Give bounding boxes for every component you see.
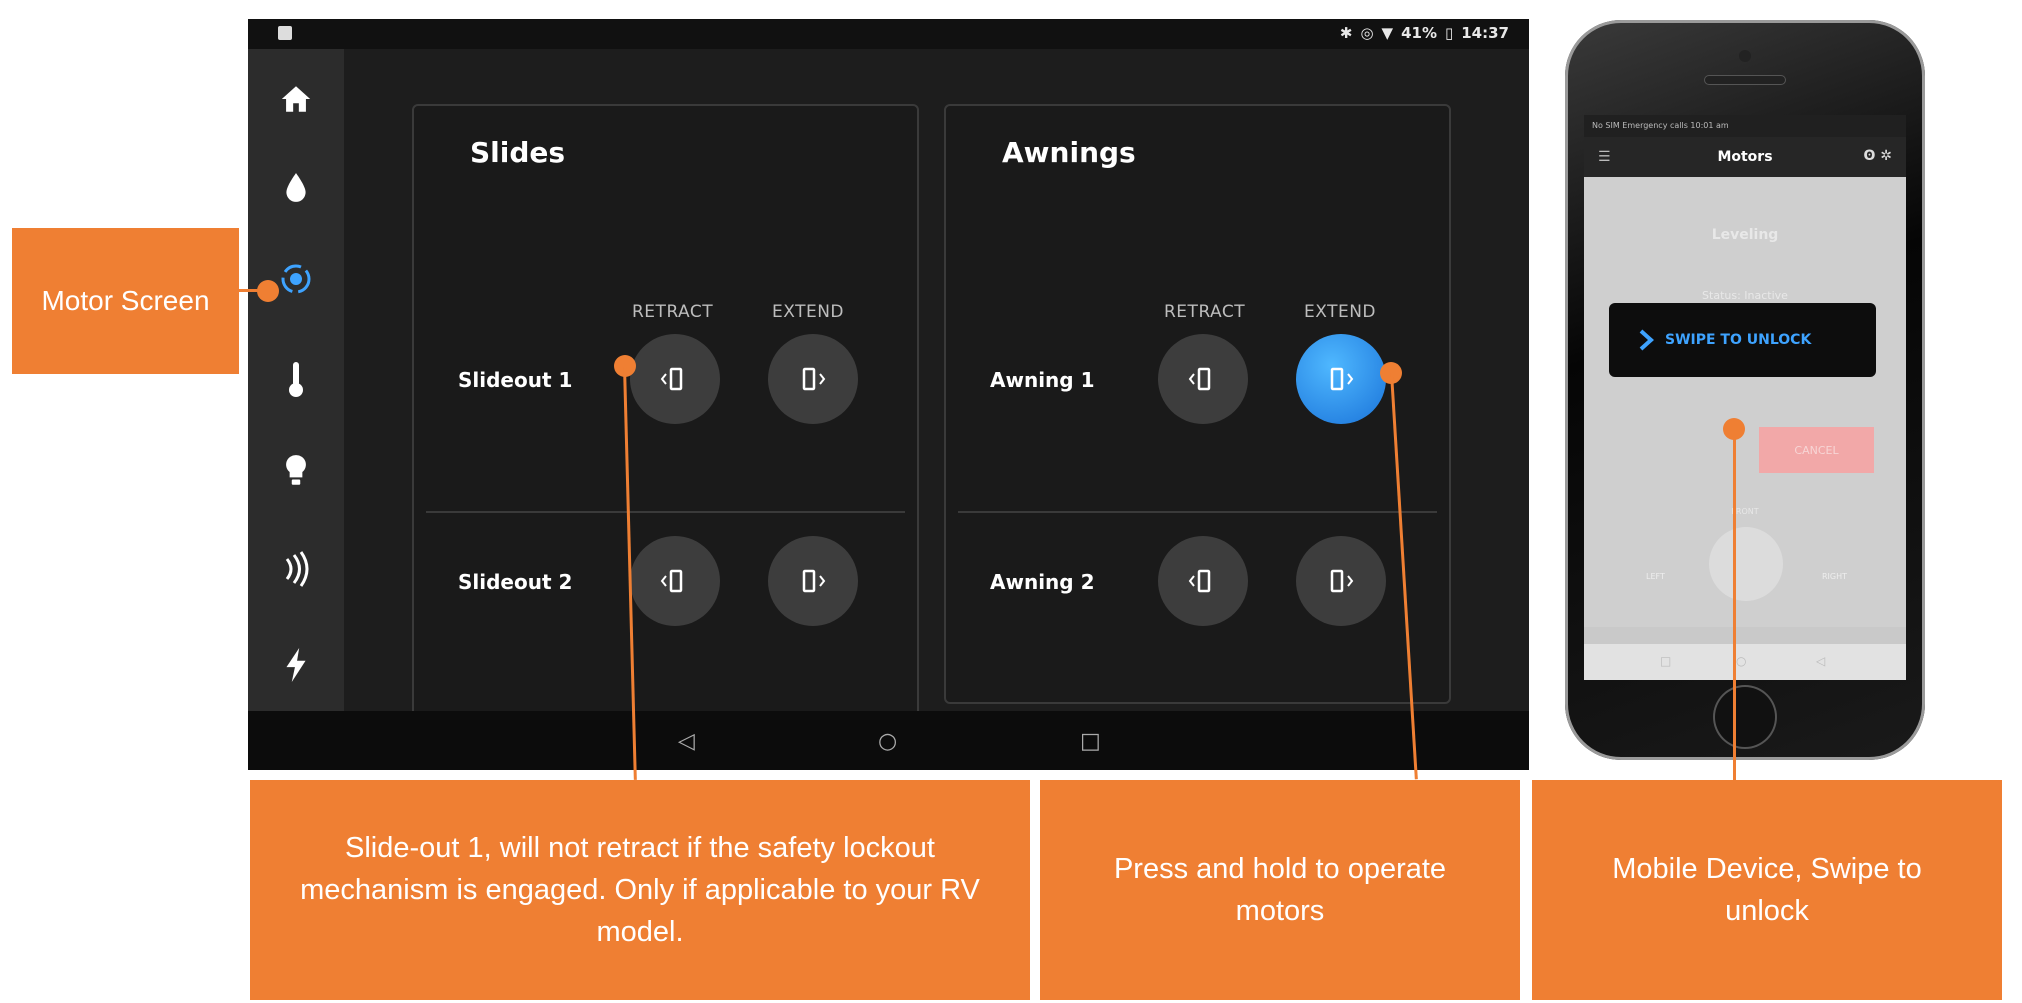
leader-dot-motor: [257, 280, 279, 302]
slideout-2-label: Slideout 2: [458, 570, 573, 594]
swipe-to-unlock-slider[interactable]: SWIPE TO UNLOCK: [1609, 303, 1876, 377]
callout-mobile: Mobile Device, Swipe to unlock: [1532, 780, 2002, 1000]
swipe-to-unlock-label: SWIPE TO UNLOCK: [1665, 332, 1812, 348]
gear-icon[interactable]: ✲: [1880, 148, 1892, 164]
retract-icon: [1188, 367, 1211, 391]
awning-2-extend-button[interactable]: [1296, 536, 1386, 626]
status-bar: ✱ ◎ ▼ 41% ▯ 14:37: [248, 19, 1529, 49]
tablet-screenshot: ✱ ◎ ▼ 41% ▯ 14:37 Slides RETRACT EXTEND …: [248, 19, 1529, 770]
callout-press-hold: Press and hold to operate motors: [1040, 780, 1520, 1000]
sidebar: [248, 49, 344, 711]
awning-1-extend-button[interactable]: [1296, 334, 1386, 424]
water-drop-icon: [286, 173, 306, 202]
awning-1-label: Awning 1: [990, 368, 1095, 392]
retract-icon: [660, 367, 683, 391]
back-icon[interactable]: ◁: [678, 729, 695, 754]
slideout-2-extend-button[interactable]: [768, 536, 858, 626]
bluetooth-icon[interactable]: ʘ: [1863, 148, 1875, 164]
power-icon: [286, 648, 306, 682]
phone-recents-icon[interactable]: □: [1660, 654, 1671, 668]
phone-status-bar: No SIM Emergency calls 10:01 am: [1584, 115, 1906, 137]
phone-screen: No SIM Emergency calls 10:01 am ☰ Motors…: [1584, 115, 1906, 680]
awnings-divider: [958, 511, 1437, 513]
phone-section-title: Leveling: [1711, 227, 1779, 243]
awning-1-retract-button[interactable]: [1158, 334, 1248, 424]
phone-cancel-button[interactable]: CANCEL: [1759, 427, 1874, 473]
signal-icon: [285, 551, 309, 587]
clock: 14:37: [1461, 24, 1509, 42]
status-indicators: ✱ ◎ ▼ 41% ▯ 14:37: [1340, 24, 1509, 42]
slides-divider: [426, 511, 905, 513]
phone-status-text: Status: Inactive: [1702, 289, 1788, 302]
bluetooth-icon: ✱: [1339, 24, 1353, 42]
motor-content: Slides RETRACT EXTEND Slideout 1 Slideou…: [344, 49, 1529, 754]
battery-icon: ▯: [1444, 24, 1454, 42]
phone-back-icon[interactable]: ◁: [1816, 654, 1825, 668]
awnings-title: Awnings: [1002, 136, 1136, 169]
phone-camera: [1739, 50, 1751, 62]
phone-home-nav-icon[interactable]: ○: [1736, 654, 1746, 668]
awnings-panel: Awnings RETRACT EXTEND Awning 1 Awning 2: [944, 104, 1451, 704]
retract-icon: [660, 569, 683, 593]
sidebar-item-temperature[interactable]: [248, 349, 344, 409]
awnings-extend-label: EXTEND: [1304, 302, 1377, 322]
slides-title: Slides: [470, 136, 566, 169]
light-bulb-icon: [286, 455, 306, 485]
extend-icon: [802, 367, 826, 391]
extend-icon: [802, 569, 826, 593]
extend-icon: [1330, 367, 1354, 391]
wifi-icon: ▼: [1381, 24, 1394, 42]
android-nav-bar: ◁ ○ □: [248, 711, 1529, 770]
phone-home-button[interactable]: [1713, 685, 1777, 749]
menu-icon[interactable]: ☰: [1598, 149, 1611, 165]
awning-2-retract-button[interactable]: [1158, 536, 1248, 626]
phone-header-title: Motors: [1717, 149, 1773, 165]
phone-nav-bar: □ ○ ◁: [1584, 644, 1906, 680]
retract-icon: [1188, 569, 1211, 593]
sidebar-item-signal[interactable]: [248, 539, 344, 599]
slides-extend-label: EXTEND: [772, 302, 845, 322]
callout-slideout: Slide-out 1, will not retract if the saf…: [250, 780, 1030, 1000]
home-nav-icon[interactable]: ○: [878, 729, 897, 754]
phone-right-label: RIGHT: [1822, 572, 1848, 581]
sidebar-item-power[interactable]: [248, 635, 344, 695]
leader-line-mobile: [1733, 429, 1736, 780]
sidebar-item-home[interactable]: [248, 69, 344, 129]
phone-front-label: FRONT: [1731, 507, 1759, 516]
phone-speaker: [1705, 76, 1785, 84]
phone-leveling-area: Leveling Status: Inactive CANCEL FRONT L…: [1584, 177, 1906, 627]
awning-2-label: Awning 2: [990, 570, 1095, 594]
recents-icon[interactable]: □: [1080, 729, 1101, 754]
sync-icon: ◎: [1360, 24, 1374, 42]
sidebar-item-lights[interactable]: [248, 441, 344, 501]
battery-percent: 41%: [1401, 24, 1437, 42]
image-notification-icon: [278, 26, 292, 40]
slideout-1-retract-button[interactable]: [630, 334, 720, 424]
sidebar-item-water[interactable]: [248, 157, 344, 217]
slideout-1-label: Slideout 1: [458, 368, 573, 392]
motor-icon: [281, 264, 311, 294]
phone-left-label: LEFT: [1646, 572, 1665, 581]
home-icon: [281, 86, 311, 112]
chevron-right-icon: [1639, 329, 1654, 351]
slides-panel: Slides RETRACT EXTEND Slideout 1 Slideou…: [412, 104, 919, 754]
awnings-retract-label: RETRACT: [1164, 302, 1246, 322]
slideout-2-retract-button[interactable]: [630, 536, 720, 626]
extend-icon: [1330, 569, 1354, 593]
callout-motor-screen: Motor Screen: [12, 228, 239, 374]
phone-dpad[interactable]: [1709, 527, 1783, 601]
phone-header: ☰ Motors ʘ ✲: [1584, 137, 1906, 177]
slideout-1-extend-button[interactable]: [768, 334, 858, 424]
mobile-phone: No SIM Emergency calls 10:01 am ☰ Motors…: [1565, 20, 1925, 760]
thermometer-icon: [289, 362, 303, 397]
slides-retract-label: RETRACT: [632, 302, 714, 322]
phone-header-icons: ʘ ✲: [1863, 148, 1892, 164]
